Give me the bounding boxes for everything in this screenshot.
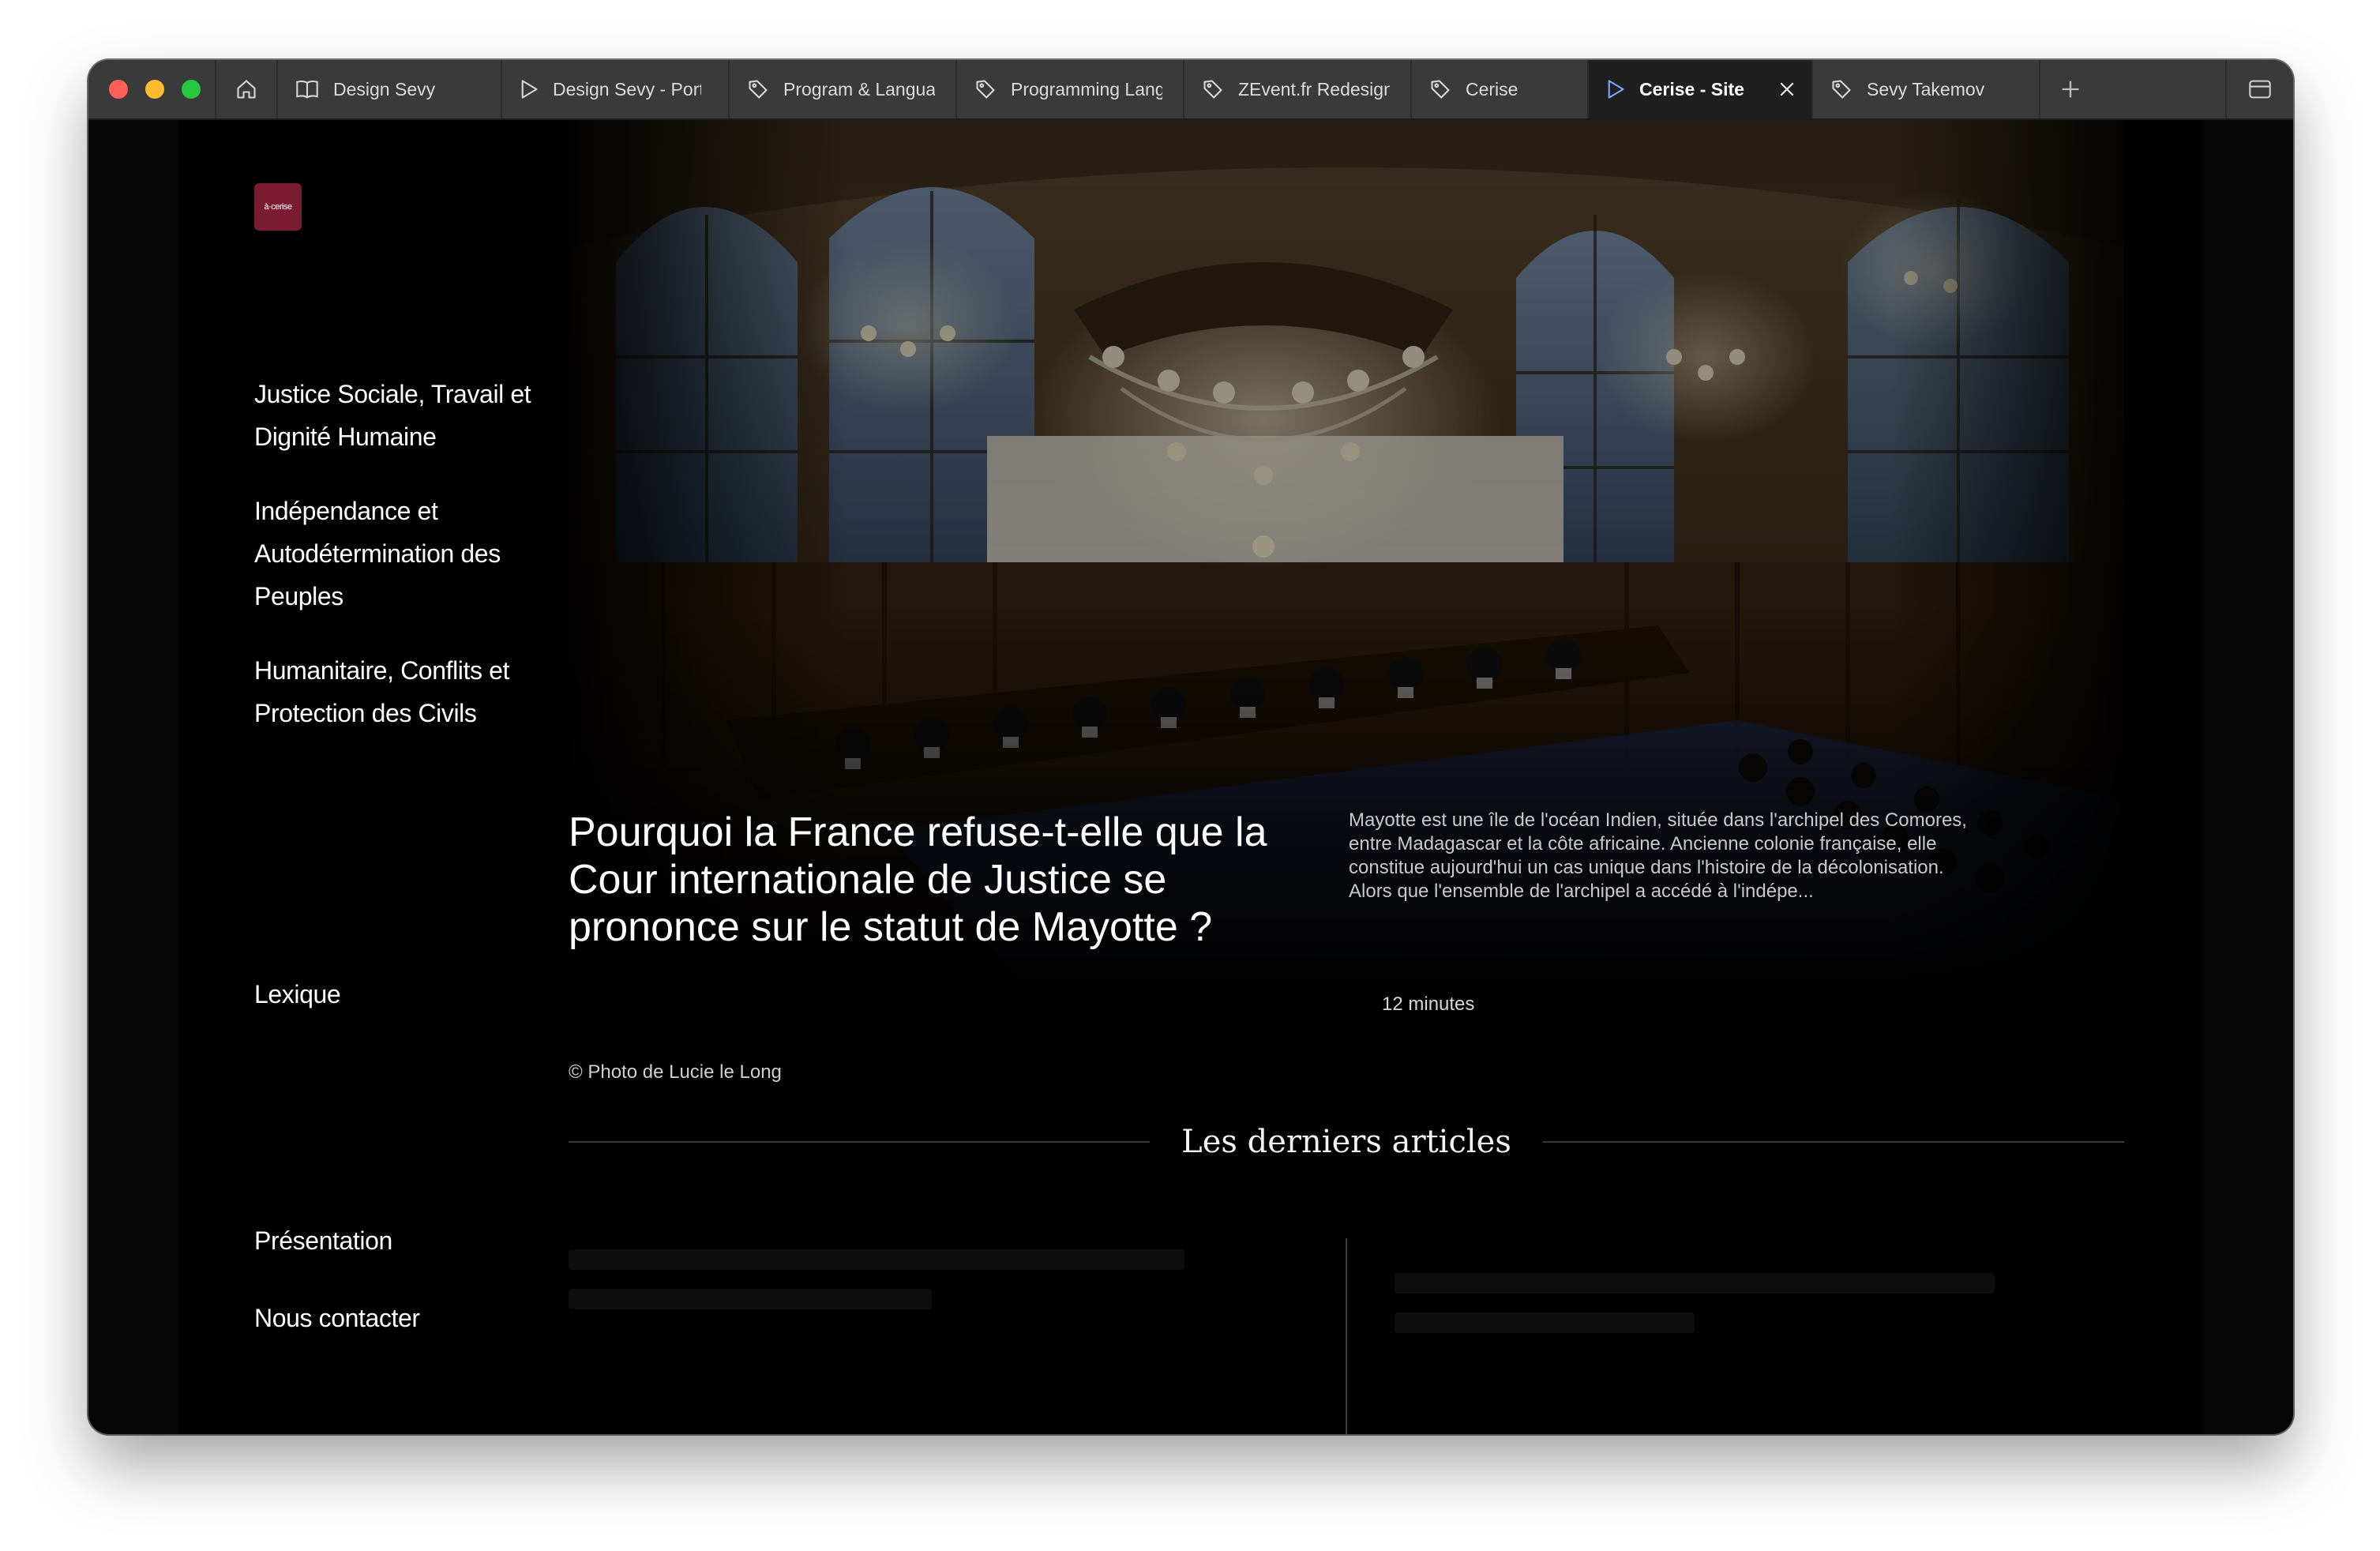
home-button[interactable] — [216, 60, 278, 118]
tab-label: Program & Languages — [783, 78, 935, 100]
tab-bar-spacer — [2100, 60, 2227, 118]
nav-item-justice-sociale[interactable]: Justice Sociale, Travail et Dignité Huma… — [254, 373, 539, 458]
browser-viewport: à·cerise Justice Sociale, Travail et Dig… — [88, 120, 2293, 1434]
nav-item-humanitaire[interactable]: Humanitaire, Conflits et Protection des … — [254, 649, 539, 734]
tab-label: Sevy Takemov — [1867, 78, 1985, 100]
browser-window: Design Sevy Design Sevy - Portfolio Prog… — [88, 60, 2293, 1434]
tab-programming-languages[interactable]: Programming Languages — [957, 60, 1184, 118]
book-icon — [295, 79, 319, 100]
tag-icon — [747, 78, 769, 100]
article-placeholder-line — [1395, 1273, 1995, 1294]
close-window-button[interactable] — [109, 80, 128, 99]
tab-label: Programming Languages — [1011, 78, 1162, 100]
article-placeholder-line — [569, 1289, 932, 1309]
tag-icon — [974, 78, 997, 100]
zoom-window-button[interactable] — [182, 80, 201, 99]
sidebar-toggle-button[interactable] — [2227, 60, 2293, 118]
sidebar-icon — [2249, 80, 2271, 99]
tab-sevy-takemov[interactable]: Sevy Takemov — [1813, 60, 2040, 118]
tab-zevent-redesign[interactable]: ZEvent.fr Redesign — [1184, 60, 1412, 118]
new-tab-button[interactable] — [2040, 60, 2100, 118]
minimize-window-button[interactable] — [145, 80, 164, 99]
nav-item-presentation[interactable]: Présentation — [254, 1219, 539, 1262]
tag-icon — [1830, 78, 1853, 100]
tab-label: Cerise — [1466, 78, 1518, 100]
tab-bar: Design Sevy Design Sevy - Portfolio Prog… — [88, 60, 2293, 120]
latest-articles-heading: Les derniers articles — [1181, 1124, 1511, 1160]
photo-credit: © Photo de Lucie le Long — [569, 1061, 782, 1083]
nav-item-independance[interactable]: Indépendance et Autodétermination des Pe… — [254, 490, 539, 618]
site-logo[interactable]: à·cerise — [254, 183, 302, 231]
article-title[interactable]: Pourquoi la France refuse-t-elle que la … — [569, 809, 1303, 951]
play-icon — [520, 79, 539, 100]
divider-left — [569, 1141, 1151, 1143]
play-icon — [1606, 79, 1625, 100]
article-placeholder-line — [1395, 1313, 1695, 1333]
latest-articles-header: Les derniers articles — [569, 1117, 2125, 1167]
nav-item-contact[interactable]: Nous contacter — [254, 1297, 539, 1339]
close-tab-icon[interactable] — [1758, 81, 1796, 98]
tab-label: Design Sevy — [333, 78, 436, 100]
tag-icon — [1202, 78, 1224, 100]
reading-time: 12 minutes — [1382, 993, 1475, 1015]
nav-item-lexique[interactable]: Lexique — [254, 973, 539, 1016]
tab-label: ZEvent.fr Redesign — [1238, 78, 1390, 100]
divider-right — [1542, 1141, 2125, 1143]
logo-text: à·cerise — [264, 202, 292, 212]
window-controls — [88, 60, 216, 118]
article-excerpt: Mayotte est une île de l'océan Indien, s… — [1349, 809, 1967, 902]
articles-column-divider — [1346, 1238, 1347, 1434]
tab-design-sevy-portfolio[interactable]: Design Sevy - Portfolio — [502, 60, 730, 118]
article-placeholder-line — [569, 1249, 1184, 1270]
tab-cerise[interactable]: Cerise — [1412, 60, 1589, 118]
home-icon — [237, 80, 256, 99]
tag-icon — [1429, 78, 1451, 100]
plus-icon — [2062, 81, 2079, 98]
tab-label: Design Sevy - Portfolio — [553, 78, 701, 100]
web-page: à·cerise Justice Sociale, Travail et Dig… — [178, 120, 2202, 1434]
tab-program-languages[interactable]: Program & Languages — [730, 60, 957, 118]
tab-label: Cerise - Site — [1639, 78, 1744, 100]
tab-design-sevy[interactable]: Design Sevy — [278, 60, 502, 118]
tab-cerise-site[interactable]: Cerise - Site — [1589, 60, 1813, 118]
